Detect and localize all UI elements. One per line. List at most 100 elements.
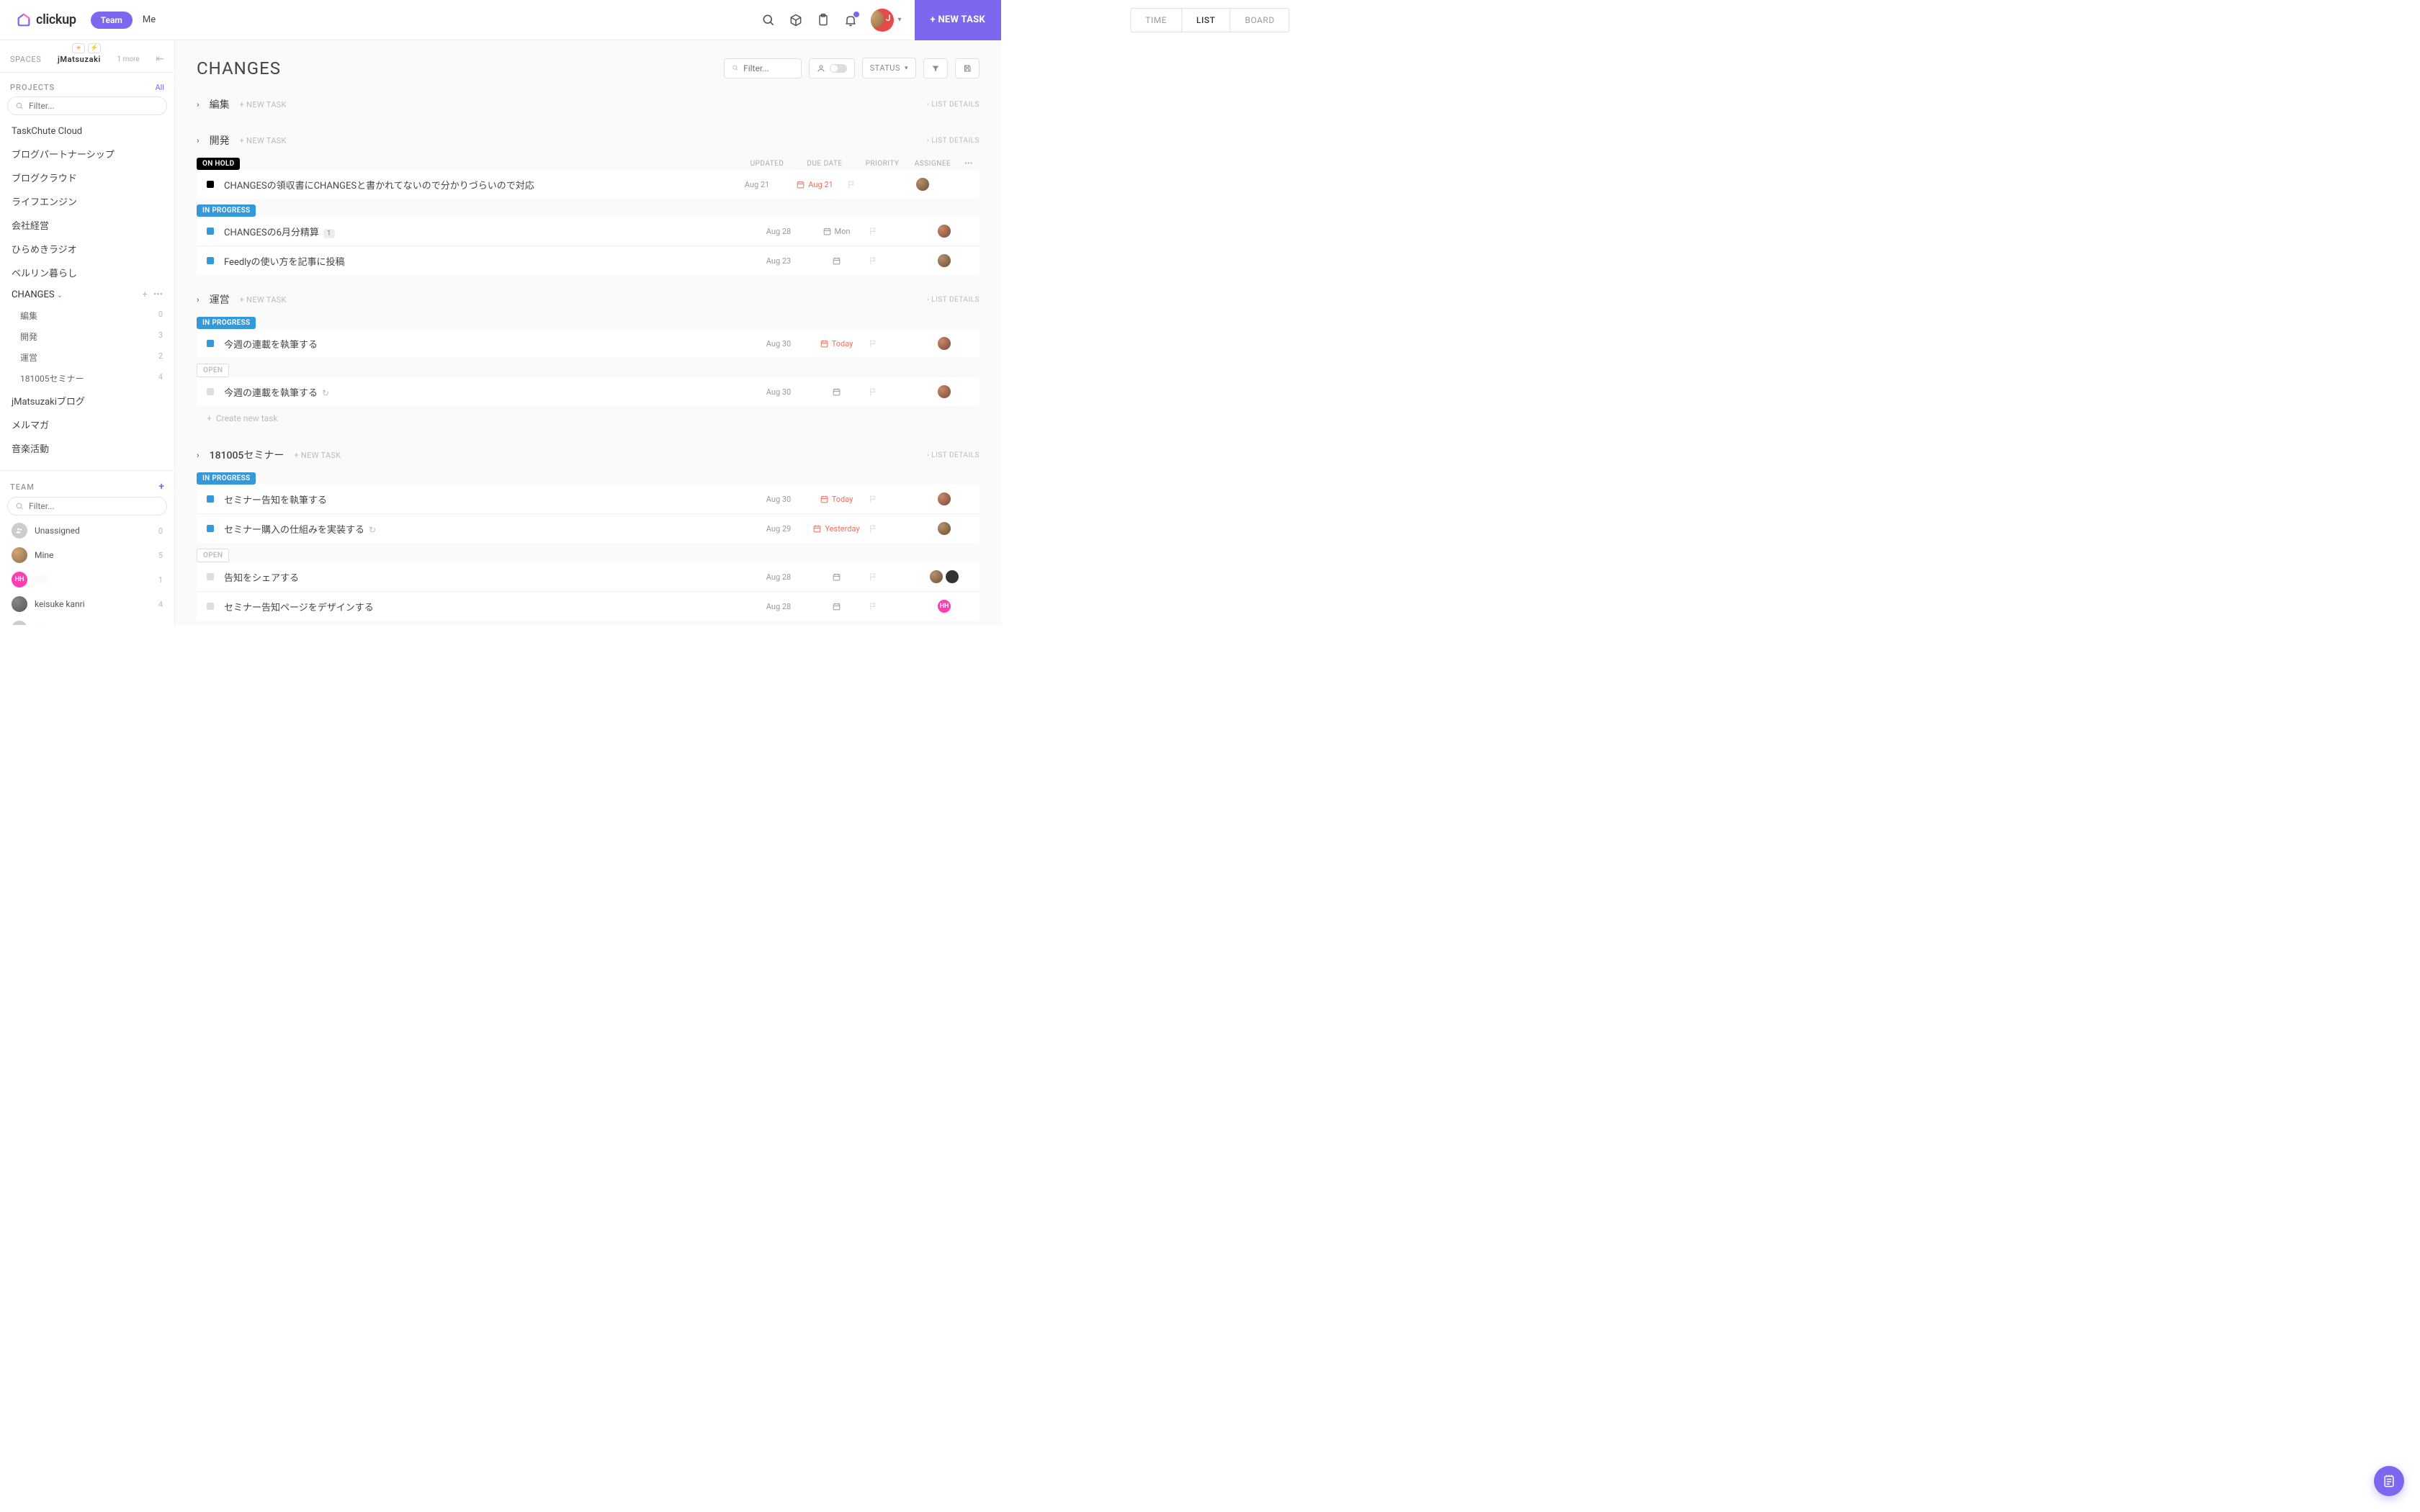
search-icon[interactable]	[761, 13, 776, 27]
task-due[interactable]: Yesterday	[804, 524, 869, 534]
assignee-avatar[interactable]	[936, 336, 952, 351]
status-dot[interactable]	[207, 181, 214, 188]
list-details-link[interactable]: › LIST DETAILS	[927, 137, 980, 145]
status-dropdown[interactable]: STATUS ▾	[862, 58, 916, 78]
flag-icon[interactable]	[869, 495, 878, 504]
project-item-expanded[interactable]: CHANGES ⌄+•••	[0, 284, 174, 305]
project-item[interactable]: ブログクラウド	[0, 166, 174, 189]
add-list-icon[interactable]: +	[142, 289, 147, 300]
task-priority[interactable]	[869, 256, 919, 266]
new-task-link[interactable]: + NEW TASK	[240, 136, 287, 145]
bell-icon[interactable]	[843, 13, 858, 27]
clipboard-icon[interactable]	[816, 13, 830, 27]
team-item[interactable]: HH——1	[0, 567, 174, 592]
list-item[interactable]: 開発3	[0, 326, 174, 347]
project-item[interactable]: ひらめきラジオ	[0, 237, 174, 261]
group-toggle[interactable]: ›	[197, 450, 200, 460]
create-task-link[interactable]: +Create new task	[197, 406, 980, 431]
task-row[interactable]: CHANGESの6月分精算1 Aug 28 Mon	[197, 217, 980, 246]
assignee-avatar[interactable]	[936, 384, 952, 400]
project-item[interactable]: ベルリン暮らし	[0, 261, 174, 284]
main-filter[interactable]	[724, 58, 802, 78]
more-icon[interactable]: •••	[958, 160, 980, 168]
task-due[interactable]	[804, 256, 869, 266]
list-details-link[interactable]: › LIST DETAILS	[927, 451, 980, 459]
task-priority[interactable]	[869, 387, 919, 397]
status-dot[interactable]	[207, 495, 214, 503]
task-priority[interactable]	[869, 572, 919, 582]
task-due[interactable]	[804, 572, 869, 582]
assignee-avatar[interactable]	[915, 176, 931, 192]
team-pill[interactable]: Team	[91, 12, 133, 29]
new-task-link[interactable]: + NEW TASK	[240, 295, 287, 305]
task-row[interactable]: 今週の連載を執筆する Aug 30 Today	[197, 329, 980, 358]
task-priority[interactable]	[869, 227, 919, 236]
status-dot[interactable]	[207, 257, 214, 264]
logo[interactable]: clickup	[16, 12, 76, 28]
assignee-avatar[interactable]: HH	[936, 598, 952, 614]
flag-icon[interactable]	[869, 572, 878, 582]
filter-button[interactable]	[923, 58, 948, 78]
task-priority[interactable]	[869, 495, 919, 504]
group-toggle[interactable]: ›	[197, 135, 200, 145]
project-item[interactable]: ブログパートナーシップ	[0, 142, 174, 166]
list-item[interactable]: 運営2	[0, 347, 174, 368]
assignee-avatar[interactable]	[936, 253, 952, 269]
project-item[interactable]: TaskChute Cloud	[0, 121, 174, 142]
task-due[interactable]: Today	[804, 495, 869, 504]
collapse-sidebar-icon[interactable]: ⇤	[156, 53, 164, 65]
more-spaces[interactable]: 1 more	[117, 55, 140, 63]
projects-all-link[interactable]: All	[155, 83, 164, 92]
save-button[interactable]	[955, 58, 980, 78]
flag-icon[interactable]	[869, 339, 878, 348]
project-item[interactable]: メルマガ	[0, 413, 174, 436]
list-details-link[interactable]: › LIST DETAILS	[927, 296, 980, 304]
status-dot[interactable]	[207, 525, 214, 532]
assignee-avatar[interactable]	[936, 223, 952, 239]
status-dot[interactable]	[207, 388, 214, 395]
group-toggle[interactable]: ›	[197, 294, 200, 305]
main-filter-input[interactable]	[743, 63, 794, 73]
spaces-tab[interactable]: SPACES	[10, 55, 41, 64]
tab-time[interactable]: TIME	[1131, 9, 1182, 32]
task-row[interactable]: セミナー告知を執筆する Aug 30 Today	[197, 485, 980, 514]
task-priority[interactable]	[869, 524, 919, 534]
new-task-link[interactable]: + NEW TASK	[294, 451, 341, 460]
task-row[interactable]: セミナー告知ページをデザインする Aug 28 HH	[197, 592, 980, 621]
flag-icon[interactable]	[869, 387, 878, 397]
flag-icon[interactable]	[847, 180, 856, 189]
tab-board[interactable]: BOARD	[1230, 9, 1289, 32]
task-priority[interactable]	[869, 602, 919, 611]
status-dot[interactable]	[207, 603, 214, 610]
flag-icon[interactable]	[869, 256, 878, 266]
assignee-avatar[interactable]	[936, 491, 952, 507]
team-item[interactable]: Mine5	[0, 543, 174, 567]
team-item[interactable]: Unassigned0	[0, 518, 174, 543]
task-due[interactable]	[804, 387, 869, 397]
task-due[interactable]: Mon	[804, 227, 869, 236]
flag-icon[interactable]	[869, 602, 878, 611]
tab-list[interactable]: LIST	[1182, 9, 1230, 32]
projects-filter[interactable]	[7, 96, 167, 115]
project-item[interactable]: ライフエンジン	[0, 189, 174, 213]
list-details-link[interactable]: › LIST DETAILS	[927, 101, 980, 109]
flag-icon[interactable]	[869, 524, 878, 534]
status-dot[interactable]	[207, 340, 214, 347]
flag-icon[interactable]	[869, 227, 878, 236]
task-due[interactable]	[804, 602, 869, 611]
task-priority[interactable]	[869, 339, 919, 348]
task-row[interactable]: Feedlyの使い方を記事に投稿 Aug 23	[197, 246, 980, 275]
team-filter[interactable]	[7, 497, 167, 516]
task-row[interactable]: 告知をシェアする Aug 28	[197, 562, 980, 592]
assignee-avatar[interactable]	[944, 569, 960, 585]
team-filter-input[interactable]	[29, 501, 159, 511]
task-priority[interactable]	[847, 180, 897, 189]
list-item[interactable]: 181005セミナー4	[0, 368, 174, 389]
status-dot[interactable]	[207, 228, 214, 235]
project-item[interactable]: 音楽活動	[0, 436, 174, 460]
assignee-avatar[interactable]	[936, 521, 952, 536]
add-team-icon[interactable]: +	[158, 481, 164, 492]
group-toggle[interactable]: ›	[197, 99, 200, 109]
task-row[interactable]: 今週の連載を執筆する↻ Aug 30	[197, 377, 980, 406]
status-dot[interactable]	[207, 573, 214, 580]
